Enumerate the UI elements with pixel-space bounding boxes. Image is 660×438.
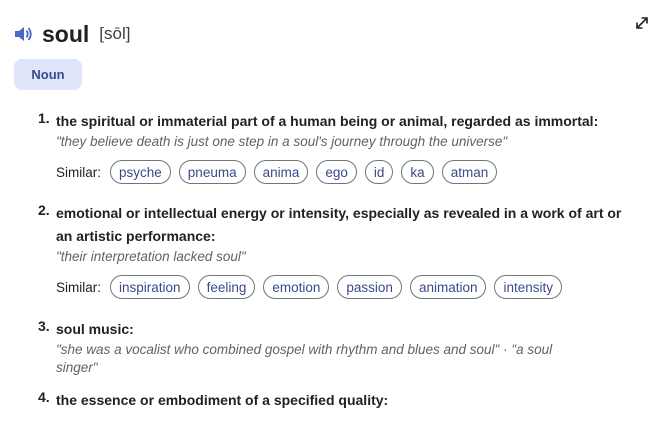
synonym-chip[interactable]: emotion [263, 275, 330, 299]
synonym-chip[interactable]: intensity [494, 275, 563, 299]
definition-text: the spiritual or immaterial part of a hu… [56, 113, 599, 129]
expand-icon[interactable] [633, 14, 651, 32]
synonym-chip[interactable]: ka [401, 160, 434, 184]
synonym-chip[interactable]: pneuma [178, 160, 246, 184]
definition-example: "she was a vocalist who combined gospel … [56, 342, 553, 375]
synonym-chip[interactable]: animation [409, 275, 487, 299]
definition-4: 4. the essence or embodiment of a specif… [38, 389, 638, 412]
definition-text: the essence or embodiment of a specified… [56, 392, 389, 408]
synonym-chip[interactable]: atman [441, 160, 498, 184]
similar-row: Similar: inspiration feeling emotion pas… [56, 275, 638, 299]
definition-1: 1. the spiritual or immaterial part of a… [38, 110, 638, 184]
part-of-speech-tab[interactable]: Noun [14, 59, 82, 90]
definition-number: 1. [38, 110, 50, 126]
synonym-chip[interactable]: feeling [197, 275, 256, 299]
synonym-chip[interactable]: psyche [110, 160, 171, 184]
similar-label: Similar: [56, 279, 102, 295]
phonetic: [sōl] [99, 24, 131, 43]
synonym-chip[interactable]: passion [337, 275, 402, 299]
synonym-chip[interactable]: ego [316, 160, 357, 184]
definition-number: 3. [38, 318, 50, 334]
definition-2: 2. emotional or intellectual energy or i… [38, 202, 638, 299]
synonym-chip[interactable]: id [364, 160, 394, 184]
synonym-chip[interactable]: anima [253, 160, 309, 184]
headword: soul [42, 20, 90, 47]
definition-number: 2. [38, 202, 50, 218]
dictionary-header: soul [sōl] [12, 18, 130, 50]
definition-text: emotional or intellectual energy or inte… [56, 205, 622, 244]
similar-row: Similar: psyche pneuma anima ego id ka a… [56, 160, 638, 184]
speaker-icon[interactable] [12, 22, 36, 46]
similar-label: Similar: [56, 164, 102, 180]
definition-example: "their interpretation lacked soul" [56, 249, 246, 264]
definition-number: 4. [38, 389, 50, 405]
definition-3: 3. soul music: "she was a vocalist who c… [38, 318, 638, 377]
definition-example: "they believe death is just one step in … [56, 134, 508, 149]
definition-text: soul music: [56, 321, 134, 337]
synonym-chip[interactable]: inspiration [110, 275, 190, 299]
